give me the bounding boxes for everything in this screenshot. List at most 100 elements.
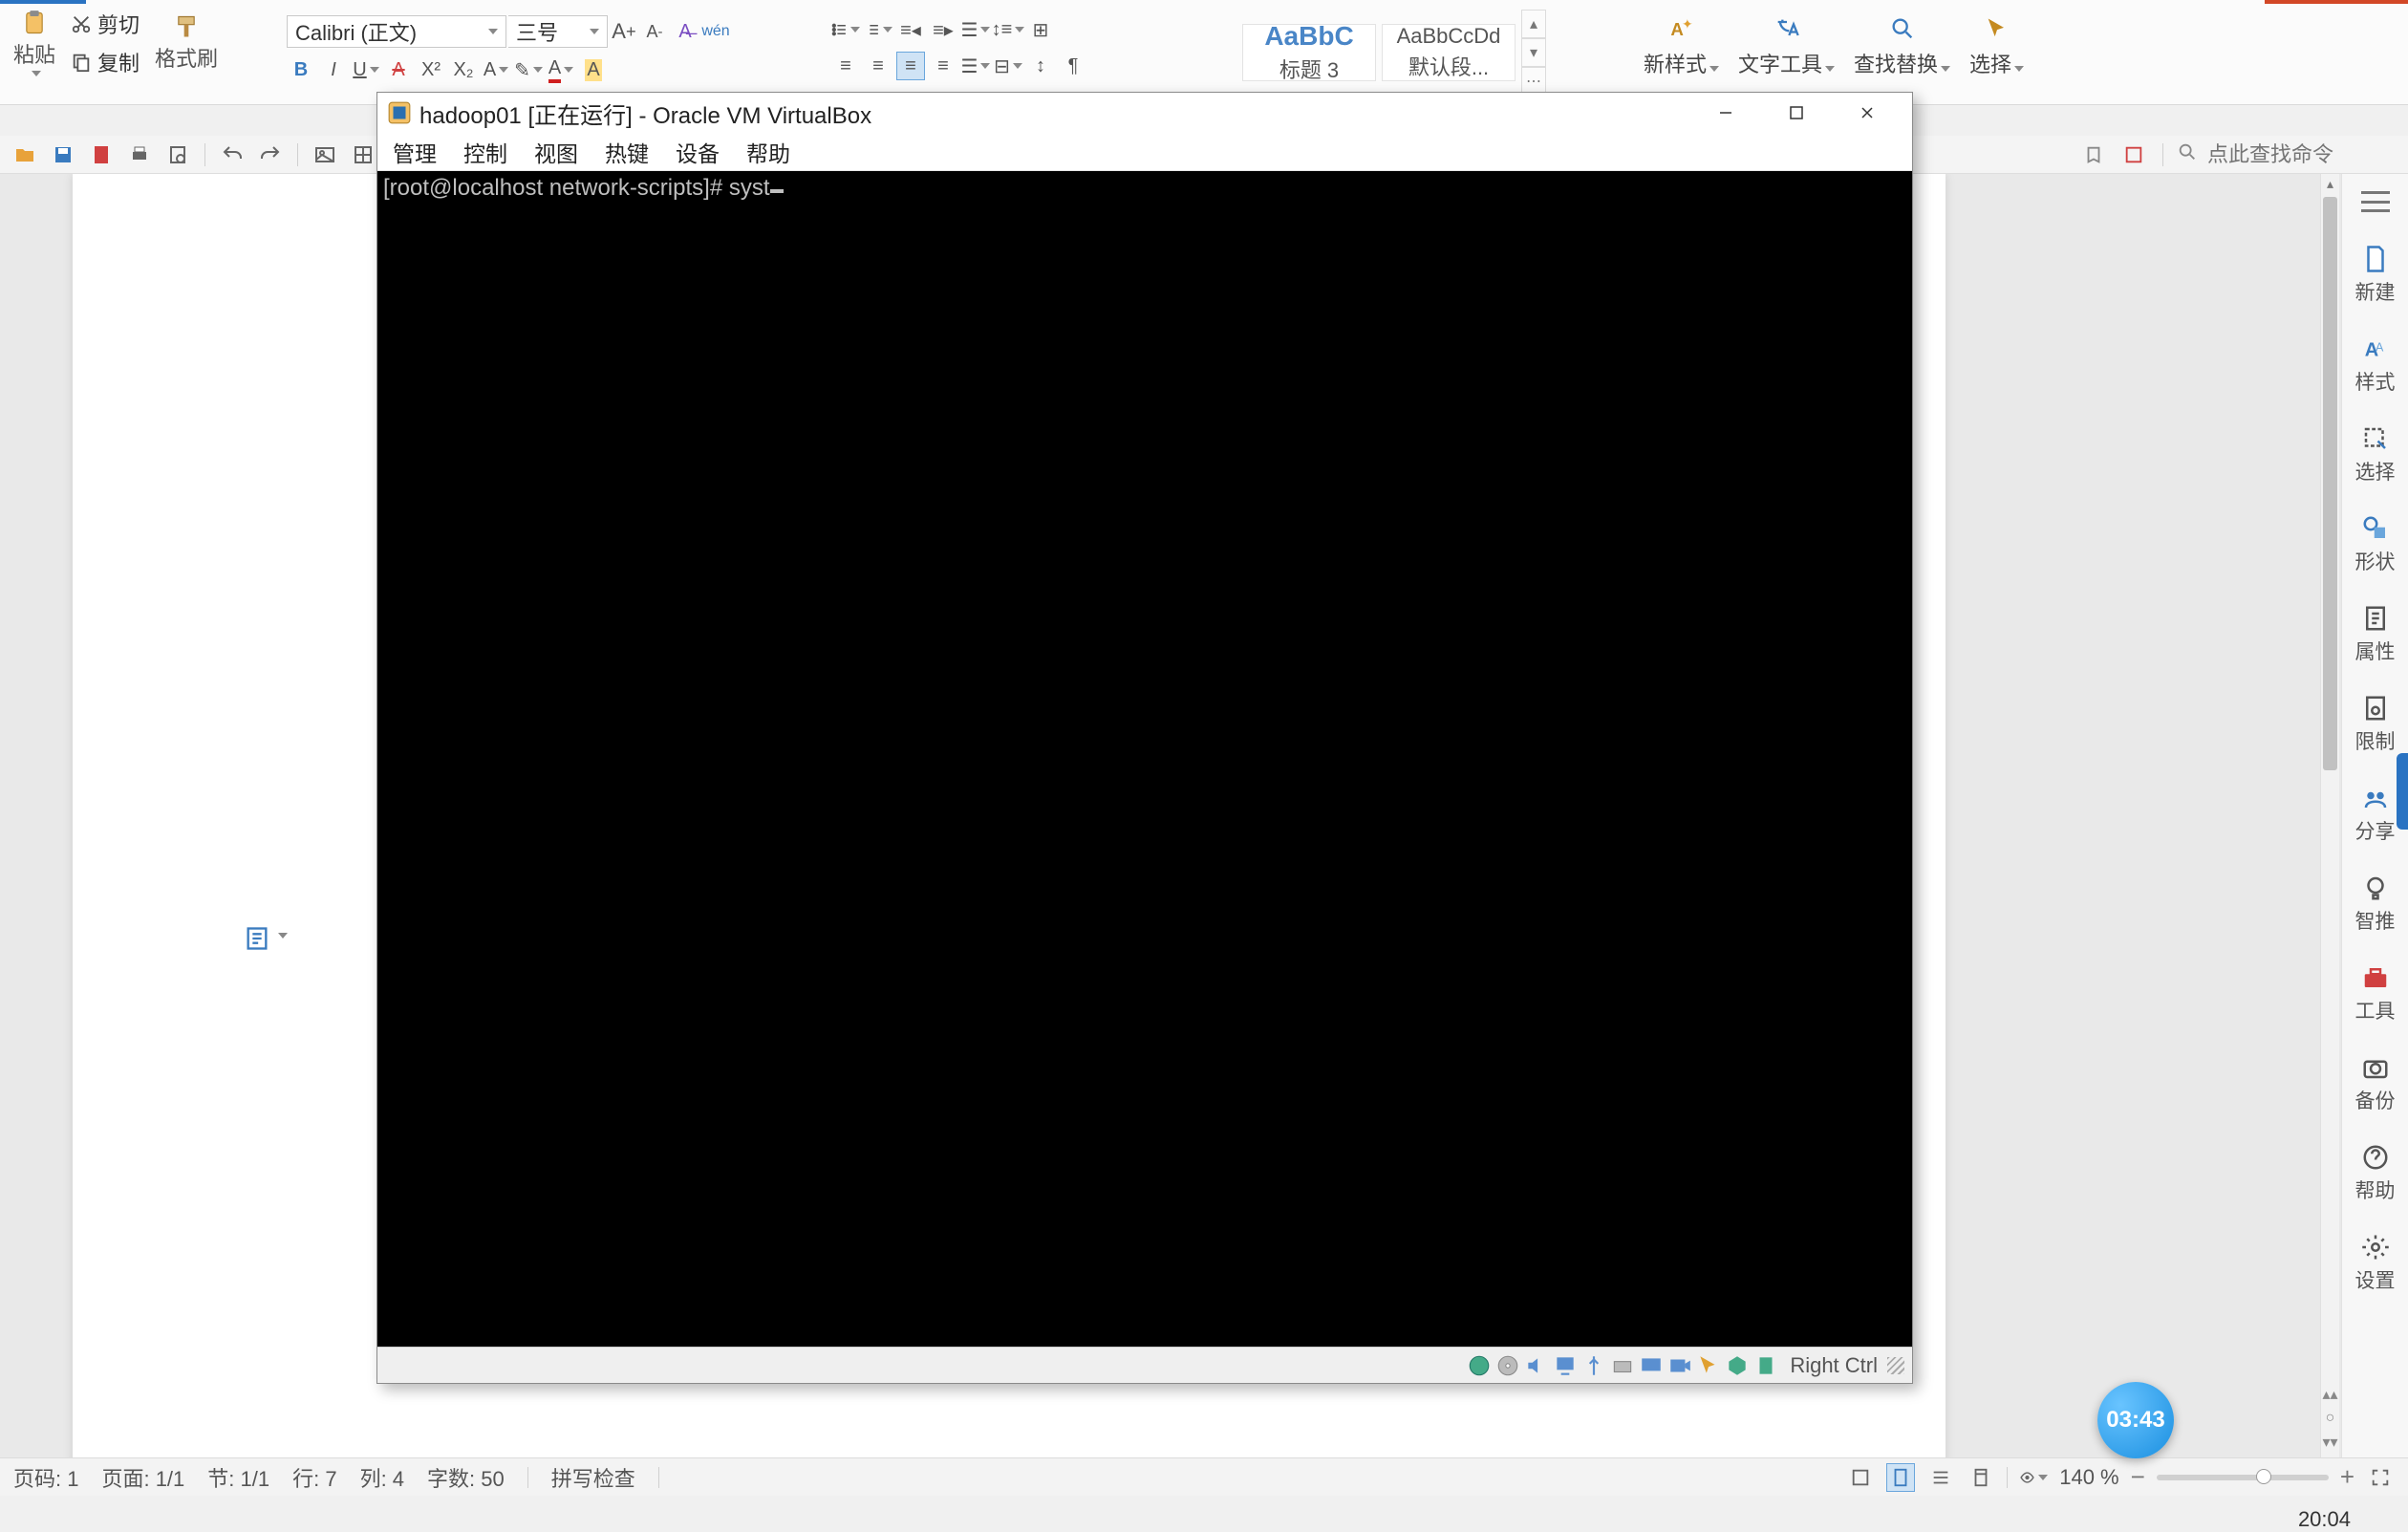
sidepanel-item-new[interactable]: 新建 bbox=[2346, 235, 2405, 315]
track-changes-icon[interactable] bbox=[2118, 140, 2149, 170]
vbox-menu-manage[interactable]: 管理 bbox=[393, 136, 437, 168]
status-line[interactable]: 行: 7 bbox=[292, 1462, 336, 1493]
shrink-font-button[interactable]: A- bbox=[640, 17, 669, 46]
qa-preview-button[interactable] bbox=[162, 140, 193, 170]
command-search-input[interactable] bbox=[2207, 142, 2398, 167]
copy-button[interactable]: 复制 bbox=[67, 45, 143, 79]
qa-redo-button[interactable] bbox=[255, 140, 286, 170]
qa-pdf-button[interactable] bbox=[86, 140, 117, 170]
vm-clipboard-icon[interactable] bbox=[1753, 1353, 1778, 1378]
style-gallery-scroll[interactable]: ▴ ▾ ⋯ bbox=[1521, 10, 1546, 96]
bullet-list-button[interactable] bbox=[831, 15, 860, 44]
outline-toggle-button[interactable] bbox=[244, 925, 270, 952]
font-name-select[interactable]: Calibri (正文) bbox=[287, 15, 506, 48]
vm-harddisk-icon[interactable] bbox=[1467, 1353, 1492, 1378]
sidepanel-item-tools[interactable]: 工具 bbox=[2346, 954, 2405, 1034]
close-button[interactable] bbox=[1832, 94, 1903, 132]
view-web-button[interactable] bbox=[1967, 1463, 1995, 1492]
new-style-button[interactable]: A✦ 新样式 bbox=[1644, 15, 1719, 78]
view-outline-button[interactable] bbox=[1926, 1463, 1955, 1492]
browse-object-icon[interactable]: ○ bbox=[2326, 1410, 2335, 1427]
view-page-button[interactable] bbox=[1886, 1463, 1915, 1492]
outline-caret-icon[interactable] bbox=[278, 933, 288, 939]
command-search[interactable] bbox=[2078, 140, 2398, 170]
italic-button[interactable]: I bbox=[319, 55, 348, 84]
find-replace-button[interactable]: 查找替换 bbox=[1854, 15, 1950, 78]
zoom-slider[interactable] bbox=[2157, 1475, 2329, 1480]
paste-button[interactable]: 粘贴 bbox=[8, 6, 61, 80]
char-scale-button[interactable]: ☰ bbox=[961, 15, 990, 44]
qa-image-button[interactable] bbox=[310, 140, 340, 170]
font-size-select[interactable]: 三号 bbox=[508, 15, 608, 48]
vm-capture-icon[interactable] bbox=[1725, 1353, 1750, 1378]
decrease-indent-button[interactable]: ≡◂ bbox=[896, 15, 925, 44]
scroll-up-icon[interactable]: ▴ bbox=[2321, 174, 2339, 193]
vm-shared-icon[interactable] bbox=[1610, 1353, 1635, 1378]
show-marks-button[interactable]: ¶ bbox=[1059, 52, 1087, 80]
vm-record-icon[interactable] bbox=[1667, 1353, 1692, 1378]
increase-indent-button[interactable]: ≡▸ bbox=[929, 15, 957, 44]
status-page[interactable]: 页码: 1 bbox=[13, 1462, 78, 1493]
sidepanel-item-style[interactable]: AA样式 bbox=[2346, 325, 2405, 405]
vm-display-icon[interactable] bbox=[1639, 1353, 1664, 1378]
tab-stops-button[interactable]: ⊟ bbox=[994, 52, 1022, 80]
grow-font-button[interactable]: A+ bbox=[610, 17, 638, 46]
align-left-button[interactable]: ≡ bbox=[831, 52, 860, 80]
resize-grip-icon[interactable] bbox=[1887, 1357, 1904, 1374]
select-button[interactable]: 选择 bbox=[1969, 15, 2024, 78]
qa-undo-button[interactable] bbox=[217, 140, 247, 170]
next-page-icon[interactable]: ▾▾ bbox=[2322, 1433, 2337, 1452]
align-right-button[interactable]: ≡ bbox=[896, 52, 925, 80]
text-tool-button[interactable]: 文字工具 bbox=[1738, 15, 1835, 78]
vbox-menu-view[interactable]: 视图 bbox=[534, 136, 578, 168]
phonetic-button[interactable]: wén bbox=[701, 17, 730, 46]
status-pages[interactable]: 页面: 1/1 bbox=[101, 1462, 184, 1493]
format-painter-button[interactable]: 格式刷 bbox=[149, 10, 224, 76]
underline-button[interactable]: U bbox=[352, 55, 380, 84]
status-spellcheck[interactable]: 拼写检查 bbox=[551, 1462, 635, 1493]
zoom-value[interactable]: 140 % bbox=[2059, 1465, 2118, 1490]
vm-console[interactable]: [root@localhost network-scripts]# syst bbox=[377, 171, 1912, 1347]
prev-page-icon[interactable]: ▴▴ bbox=[2322, 1385, 2337, 1404]
vbox-menu-control[interactable]: 控制 bbox=[463, 136, 507, 168]
sidepanel-item-limit[interactable]: 限制 bbox=[2346, 684, 2405, 765]
vbox-menu-help[interactable]: 帮助 bbox=[746, 136, 790, 168]
panel-collapse-handle[interactable] bbox=[2397, 753, 2408, 830]
vertical-scrollbar[interactable]: ▴ ▴▴ ○ ▾▾ bbox=[2320, 174, 2339, 1457]
vm-usb-icon[interactable] bbox=[1581, 1353, 1606, 1378]
sidepanel-item-backup[interactable]: 备份 bbox=[2346, 1044, 2405, 1124]
view-fullscreen-button[interactable] bbox=[1846, 1463, 1875, 1492]
reading-mode-icon[interactable] bbox=[2078, 140, 2109, 170]
zoom-thumb[interactable] bbox=[2256, 1469, 2271, 1484]
superscript-button[interactable]: X² bbox=[417, 55, 445, 84]
panel-menu-button[interactable] bbox=[2361, 191, 2390, 212]
vm-audio-icon[interactable] bbox=[1524, 1353, 1549, 1378]
recording-timer-badge[interactable]: 03:43 bbox=[2097, 1382, 2174, 1458]
text-effects-button[interactable]: A bbox=[482, 55, 510, 84]
sidepanel-item-shape[interactable]: 形状 bbox=[2346, 505, 2405, 585]
sidepanel-item-help[interactable]: 帮助 bbox=[2346, 1133, 2405, 1214]
protect-eye-button[interactable] bbox=[2019, 1463, 2048, 1492]
zoom-out-button[interactable]: − bbox=[2131, 1462, 2145, 1492]
number-list-button[interactable] bbox=[864, 15, 892, 44]
vbox-menu-device[interactable]: 设备 bbox=[676, 136, 720, 168]
vbox-menu-hotkey[interactable]: 热键 bbox=[605, 136, 649, 168]
sidepanel-item-smart[interactable]: 智推 bbox=[2346, 864, 2405, 944]
sidepanel-item-property[interactable]: 属性 bbox=[2346, 594, 2405, 675]
qa-table-button[interactable] bbox=[348, 140, 378, 170]
cut-button[interactable]: 剪切 bbox=[67, 7, 143, 41]
qa-save-button[interactable] bbox=[48, 140, 78, 170]
borders-button[interactable]: ⊞ bbox=[1026, 15, 1055, 44]
zoom-in-button[interactable]: + bbox=[2340, 1462, 2354, 1492]
status-col[interactable]: 列: 4 bbox=[360, 1462, 404, 1493]
strikethrough-button[interactable]: A bbox=[384, 55, 413, 84]
clear-format-button[interactable]: A̶ bbox=[671, 17, 699, 46]
vm-network-icon[interactable] bbox=[1553, 1353, 1578, 1378]
highlight-button[interactable]: ✎ bbox=[514, 55, 543, 84]
align-justify-button[interactable]: ≡ bbox=[929, 52, 957, 80]
distribute-button[interactable]: ☰ bbox=[961, 52, 990, 80]
style-heading3[interactable]: AaBbC 标题 3 bbox=[1242, 24, 1376, 81]
minimize-button[interactable] bbox=[1690, 94, 1761, 132]
style-default[interactable]: AaBbCcDd 默认段... bbox=[1382, 24, 1516, 81]
qa-open-button[interactable] bbox=[10, 140, 40, 170]
